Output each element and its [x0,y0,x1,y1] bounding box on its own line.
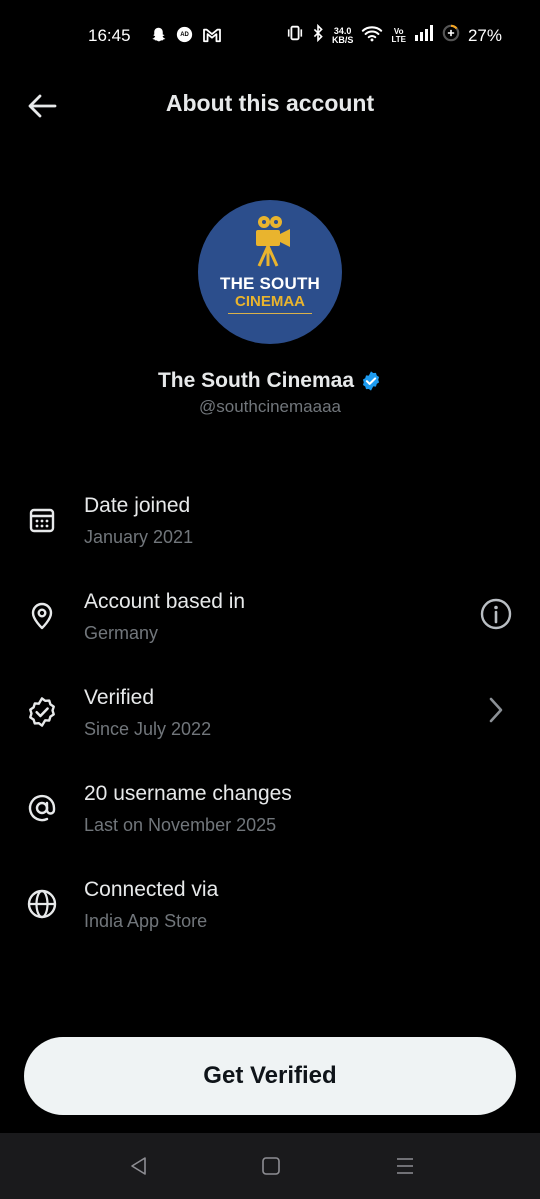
status-bar: 16:45 AD 34.0 KB/S Vo LTE 27% [0,0,540,72]
info-icon [480,598,512,630]
battery-icon [442,24,460,47]
detail-value: Last on November 2025 [84,815,277,835]
volte-indicator: Vo LTE [391,27,406,44]
detail-value: India App Store [84,911,208,931]
at-sign-icon [22,788,62,828]
detail-title: Connected via [84,878,219,901]
system-status-icons: 34.0 KB/S Vo LTE 27% [286,23,502,47]
detail-title: 20 username changes [84,782,292,805]
globe-icon [22,884,62,924]
detail-row-connected-via: Connected via India App Store [0,854,540,944]
notification-icons: AD [150,26,222,48]
detail-row-username-changes: 20 username changes Last on November 202… [0,758,540,848]
menu-lines-icon [397,1158,413,1174]
volte-bottom: LTE [391,34,406,44]
bluetooth-icon [312,23,324,47]
gmail-icon [202,27,222,48]
verified-badge-icon [362,371,380,391]
network-speed-unit: KB/S [331,34,354,45]
detail-value: Germany [84,623,159,643]
avatar-text-line1: THE SOUTH [219,274,321,293]
ad-icon: AD [176,26,193,48]
profile-name: The South Cinemaa [157,369,355,392]
detail-row-account-based-in: Account based in Germany [0,566,540,656]
verified-detail-chevron[interactable] [476,690,516,730]
detail-value: Since July 2022 [84,719,212,739]
detail-title: Verified [84,686,155,709]
wifi-icon [361,25,383,47]
detail-value: January 2021 [84,527,194,547]
detail-row-verified[interactable]: Verified Since July 2022 [0,662,540,752]
svg-text:AD: AD [180,32,189,38]
battery-percent: 27% [467,25,502,45]
page-title: About this account [165,90,375,116]
avatar-divider [228,313,312,314]
info-button[interactable] [476,594,516,634]
verified-icon [22,692,62,732]
nav-recents-button[interactable] [392,1153,418,1179]
back-triangle-icon [131,1157,146,1175]
profile-handle: @southcinemaaaa [198,397,341,416]
profile-name-row: The South Cinemaa [0,369,540,393]
vibrate-icon [286,24,304,47]
avatar-text-line2: CINEMAA [235,293,305,310]
signal-icon [414,25,434,46]
nav-home-button[interactable] [258,1153,284,1179]
home-square-icon [262,1157,280,1175]
movie-camera-icon [256,216,290,267]
calendar-icon [22,500,62,540]
status-time: 16:45 [88,26,131,45]
snapchat-icon [150,26,167,48]
chevron-right-icon [489,697,503,723]
detail-title: Date joined [84,494,191,517]
header: About this account [0,72,540,138]
location-pin-icon [22,596,62,636]
get-verified-button[interactable]: Get Verified [24,1037,516,1115]
nav-back-button[interactable] [126,1153,152,1179]
network-speed: 34.0 KB/S [331,26,354,45]
avatar[interactable]: THE SOUTH CINEMAA [198,200,342,344]
detail-title: Account based in [84,590,246,613]
detail-row-date-joined: Date joined January 2021 [0,470,540,560]
system-navigation-bar [0,1133,540,1199]
